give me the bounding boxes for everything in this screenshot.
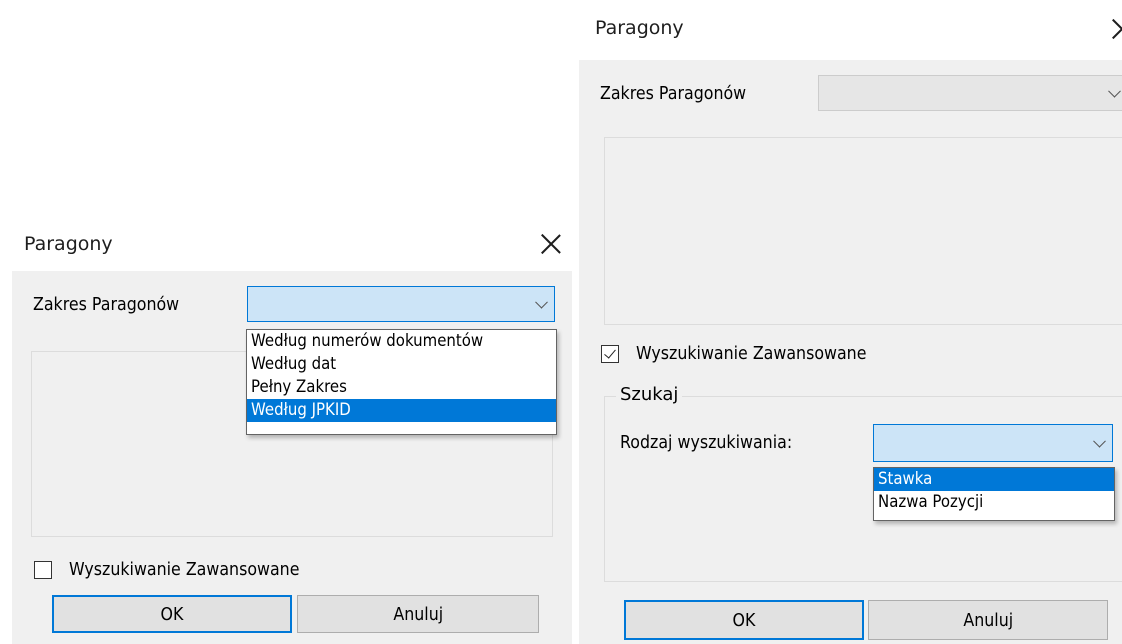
right-ok-button[interactable]: OK — [624, 600, 864, 640]
left-ok-label: OK — [160, 603, 184, 625]
left-cancel-button[interactable]: Anuluj — [297, 595, 539, 633]
right-range-combo[interactable] — [818, 75, 1122, 111]
chevron-down-icon — [535, 295, 548, 309]
right-range-label: Zakres Paragonów — [600, 83, 747, 104]
dropdown-option-selected[interactable]: Stawka — [874, 468, 1114, 491]
left-advanced-checkbox[interactable] — [34, 561, 52, 579]
right-cancel-label: Anuluj — [963, 609, 1013, 631]
search-type-label: Rodzaj wyszukiwania: — [620, 432, 793, 453]
left-ok-button[interactable]: OK — [52, 595, 292, 633]
left-range-combo[interactable] — [247, 286, 555, 322]
right-advanced-label: Wyszukiwanie Zawansowane — [636, 343, 867, 364]
dropdown-option[interactable]: Według dat — [247, 353, 556, 376]
left-close-icon[interactable] — [540, 233, 562, 255]
left-cancel-label: Anuluj — [393, 603, 443, 625]
right-empty-panel — [604, 137, 1122, 325]
search-group-label: Szukaj — [616, 384, 683, 405]
right-dialog-title: Paragony — [595, 17, 684, 39]
left-dialog-title: Paragony — [24, 233, 113, 255]
search-type-combo[interactable] — [873, 424, 1113, 462]
right-dialog: Paragony Zakres Paragonów Wyszukiwanie Z… — [579, 0, 1122, 644]
right-ok-label: OK — [732, 609, 756, 631]
right-advanced-checkbox[interactable] — [601, 345, 619, 363]
left-range-label: Zakres Paragonów — [33, 294, 180, 315]
search-type-dropdown-list: Stawka Nazwa Pozycji — [873, 467, 1115, 521]
checkmark-icon — [604, 346, 616, 359]
dropdown-option[interactable]: Nazwa Pozycji — [874, 491, 1114, 514]
dropdown-option[interactable]: Według numerów dokumentów — [247, 330, 556, 353]
dropdown-option-selected[interactable]: Według JPKID — [247, 399, 556, 422]
left-advanced-label: Wyszukiwanie Zawansowane — [69, 559, 300, 580]
chevron-down-icon — [1093, 434, 1106, 448]
chevron-down-icon — [1108, 84, 1121, 98]
left-dialog: Paragony Zakres Paragonów Wyszukiwanie Z… — [0, 221, 572, 644]
right-close-icon[interactable] — [1111, 18, 1122, 40]
left-range-dropdown-list: Według numerów dokumentów Według dat Peł… — [246, 329, 557, 435]
dropdown-option[interactable]: Pełny Zakres — [247, 376, 556, 399]
right-cancel-button[interactable]: Anuluj — [868, 600, 1108, 640]
